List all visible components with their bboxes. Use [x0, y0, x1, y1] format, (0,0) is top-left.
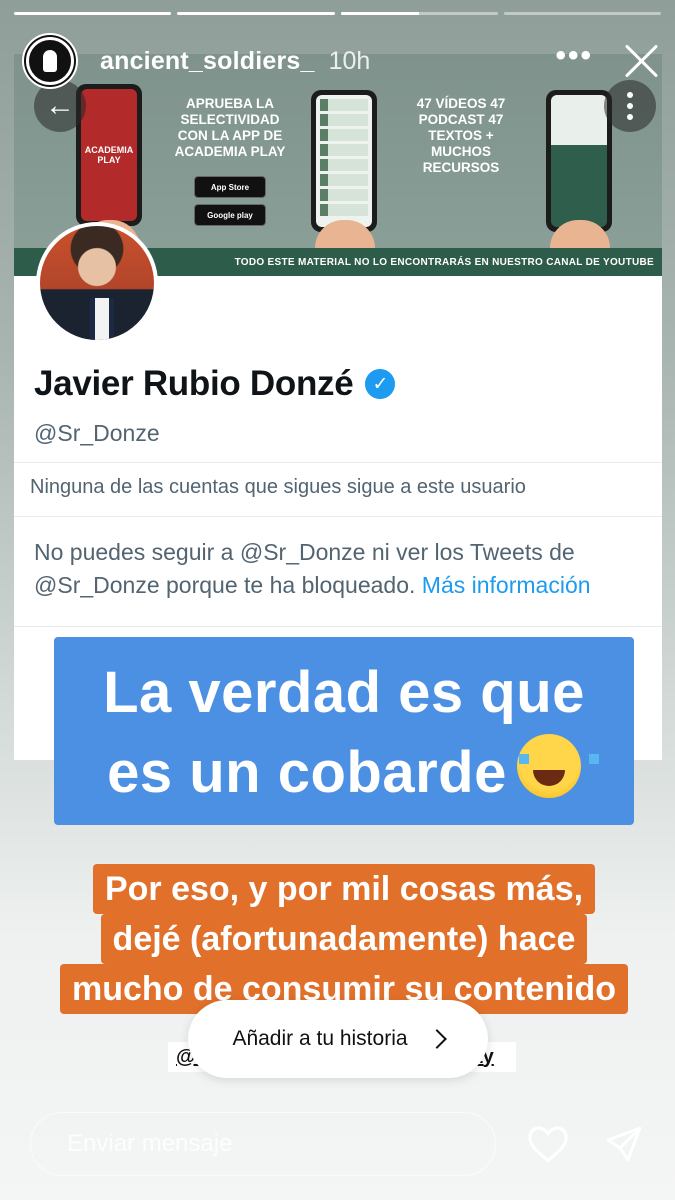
chevron-right-icon: [426, 1029, 447, 1049]
more-info-link: Más información: [421, 572, 591, 598]
verified-badge-icon: ✓: [365, 369, 396, 399]
more-options-icon[interactable]: •••: [555, 41, 593, 71]
progress-segment: [177, 12, 335, 15]
send-icon[interactable]: [604, 1124, 644, 1164]
divider: [14, 462, 662, 463]
followers-note: Ninguna de las cuentas que sigues sigue …: [30, 476, 526, 498]
sticker-line: La verdad es que: [103, 660, 585, 725]
laughing-emoji-icon: [516, 734, 599, 798]
story-progress: [14, 12, 661, 15]
story-username[interactable]: ancient_soldiers_: [100, 47, 315, 76]
banner-promo-left: APRUEBA LA SELECTIVIDAD CON LA APP DE AC…: [174, 96, 286, 159]
progress-segment: [503, 12, 661, 15]
divider: [14, 516, 662, 517]
profile-name: Javier Rubio Donzé: [34, 364, 354, 403]
message-input[interactable]: [30, 1112, 496, 1176]
blocked-notice: No puedes seguir a @Sr_Donze ni ver los …: [34, 536, 646, 602]
sticker-line-with-emoji: es un cobarde: [54, 733, 634, 813]
heart-icon[interactable]: [526, 1124, 570, 1164]
app-store-badge: App Store: [194, 176, 266, 198]
profile-handle: @Sr_Donze: [34, 420, 160, 446]
story-header: ancient_soldiers_ 10h •••: [22, 32, 659, 90]
add-to-story-button[interactable]: Añadir a tu historia: [188, 1000, 488, 1078]
story-time: 10h: [328, 46, 371, 75]
banner-promo-right: 47 VÍDEOS 47 PODCAST 47 TEXTOS + MUCHOS …: [416, 96, 506, 175]
app-logo: ACADEMIA PLAY: [81, 89, 137, 221]
sticker-line: Por eso, y por mil cosas más,: [92, 864, 596, 914]
progress-segment: [340, 12, 498, 15]
sticker-line: dejé (afortunadamente) hace: [100, 914, 588, 964]
text-sticker-orange: Por eso, y por mil cosas más, dejé (afor…: [42, 864, 646, 1016]
display-name: Javier Rubio Donzé ✓: [34, 364, 396, 404]
profile-avatar: [36, 222, 158, 344]
progress-segment: [14, 12, 172, 15]
google-play-badge: Google play: [194, 204, 266, 226]
sticker-line: es un cobarde: [107, 740, 507, 805]
phone-graphic: [546, 90, 612, 232]
text-sticker-blue: La verdad es que es un cobarde: [54, 637, 634, 825]
close-icon[interactable]: [623, 43, 659, 79]
add-to-story-label: Añadir a tu historia: [232, 1027, 408, 1050]
phone-graphic: [311, 90, 377, 232]
story-avatar[interactable]: [22, 33, 78, 89]
reply-bar: [30, 1112, 645, 1176]
divider: [14, 626, 662, 627]
